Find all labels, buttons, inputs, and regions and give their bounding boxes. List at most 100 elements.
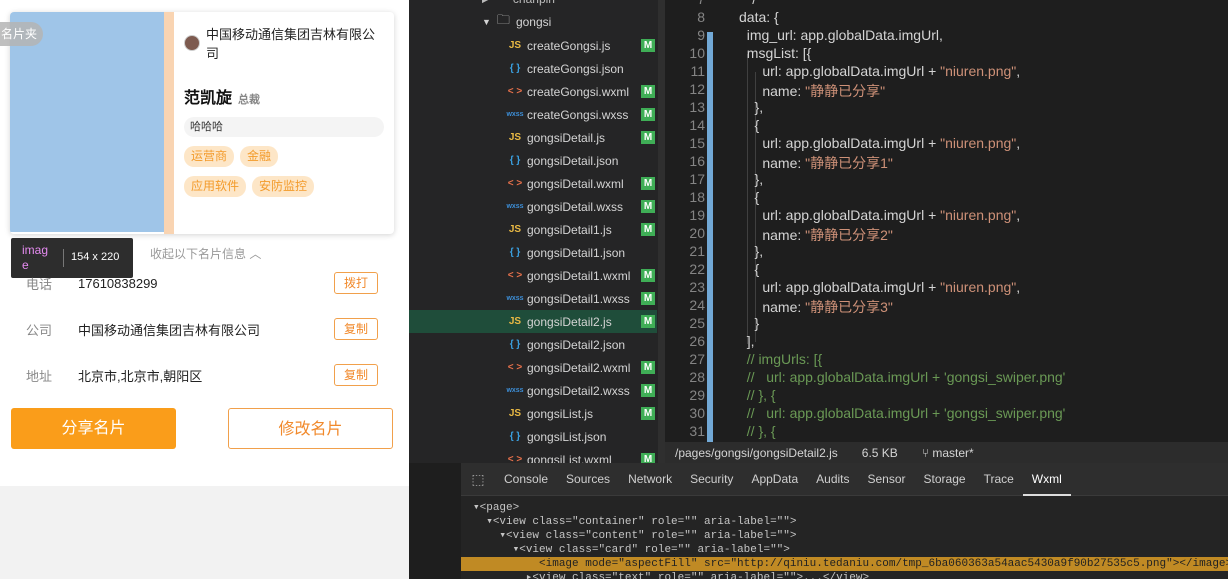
- tree-item-file[interactable]: wxss createGongsi.wxss M: [409, 103, 657, 126]
- code-text: name:: [739, 227, 806, 243]
- code-line: url: app.globalData.imgUrl + "niuren.png…: [739, 207, 1020, 223]
- collapse-toggle[interactable]: 收起以下名片信息 ︿: [150, 245, 261, 262]
- tree-item-file[interactable]: < > gongsiDetail2.wxml M: [409, 356, 657, 379]
- tree-item-file[interactable]: wxss gongsiDetail1.wxss M: [409, 287, 657, 310]
- tree-item-file[interactable]: wxss gongsiDetail2.wxss M: [409, 379, 657, 402]
- tab-trace[interactable]: Trace: [975, 463, 1023, 496]
- wxml-node[interactable]: <image mode="aspectFill" src="http://qin…: [461, 557, 1228, 571]
- simulator-panel: 中国移动通信集团吉林有限公司 范凯旋 总裁 哈哈哈 运营商 金融 应用软件 安防…: [0, 0, 409, 579]
- string-literal: "niuren.png": [940, 279, 1017, 295]
- tree-item-file[interactable]: < > createGongsi.wxml M: [409, 80, 657, 103]
- wxml-node[interactable]: ▸<view class="text" role="" aria-label="…: [461, 571, 1228, 579]
- code-text: name:: [739, 155, 806, 171]
- tree-item-file[interactable]: { } gongsiDetail.json: [409, 149, 657, 172]
- tree-item-file[interactable]: { } createGongsi.json: [409, 57, 657, 80]
- js-file-icon: JS: [508, 40, 522, 51]
- share-card-button[interactable]: 分享名片: [11, 408, 176, 449]
- file-name: createGongsi.wxml: [527, 84, 630, 99]
- line-number: 19: [689, 207, 705, 223]
- call-button[interactable]: 拨打: [334, 272, 378, 294]
- tree-item-file[interactable]: < > gongsiDetail.wxml M: [409, 172, 657, 195]
- tab-network[interactable]: Network: [619, 463, 681, 496]
- string-literal: "niuren.png": [940, 135, 1017, 151]
- tree-item-file[interactable]: { } gongsiList.json: [409, 425, 657, 448]
- file-name: gongsiDetail.json: [527, 153, 619, 168]
- info-label: 地址: [26, 368, 53, 384]
- code-editor[interactable]: 7 */ 8 data: {9 img_url: app.globalData.im…: [665, 0, 1228, 442]
- json-file-icon: { }: [509, 247, 521, 258]
- card-name-line: 范凯旋 总裁: [184, 84, 384, 108]
- tree-item-file[interactable]: JS gongsiList.js M: [409, 402, 657, 425]
- info-row-address: 地址 北京市,北京市,朝阳区 复制: [26, 363, 378, 387]
- code-comment: // }, {: [739, 423, 776, 439]
- inspect-cursor-icon[interactable]: ⬚: [461, 463, 495, 496]
- modified-badge: M: [641, 108, 655, 121]
- card-folder-badge[interactable]: 名片夹: [0, 22, 44, 46]
- tab-sources[interactable]: Sources: [557, 463, 619, 496]
- wxml-node[interactable]: ▾<view class="card" role="" aria-label="…: [461, 543, 1228, 557]
- string-literal: "niuren.png": [940, 63, 1017, 79]
- tree-item-file[interactable]: JS createGongsi.js M: [409, 34, 657, 57]
- info-row-company: 公司 中国移动通信集团吉林有限公司 复制: [26, 317, 378, 341]
- code-text: {: [739, 117, 760, 133]
- wxml-node[interactable]: ▾<page>: [461, 501, 1228, 515]
- tab-appdata[interactable]: AppData: [742, 463, 807, 496]
- line-number: 10: [689, 45, 705, 61]
- tab-storage[interactable]: Storage: [915, 463, 975, 496]
- code-text: */: [739, 0, 756, 7]
- modified-badge: M: [641, 200, 655, 213]
- git-branch[interactable]: ⑂ master*: [922, 446, 974, 460]
- modified-badge: M: [641, 223, 655, 236]
- tab-console[interactable]: Console: [495, 463, 557, 496]
- code-text: {: [739, 261, 760, 277]
- card-company: 中国移动通信集团吉林有限公司: [206, 27, 376, 61]
- file-tree: ▶ chanpin ▼ 🗀 gongsi JS createGongsi.js M {…: [409, 0, 665, 463]
- edit-card-button[interactable]: 修改名片: [228, 408, 393, 449]
- tab-wxml[interactable]: Wxml: [1022, 463, 1071, 496]
- tree-item-file[interactable]: < > gongsiList.wxml M: [409, 448, 657, 463]
- wxml-node[interactable]: ▾<view class="content" role="" aria-labe…: [461, 529, 1228, 543]
- line-number: 25: [689, 315, 705, 331]
- card-role: 总裁: [238, 94, 261, 106]
- json-file-icon: { }: [509, 63, 521, 74]
- line-number: 13: [689, 99, 705, 115]
- copy-address-button[interactable]: 复制: [334, 364, 378, 386]
- code-line: // url: app.globalData.imgUrl + 'gongsi_…: [739, 405, 1066, 421]
- code-line: },: [739, 171, 764, 187]
- tree-item-file[interactable]: JS gongsiDetail.js M: [409, 126, 657, 149]
- tree-item-file[interactable]: { } gongsiDetail2.json: [409, 333, 657, 356]
- wxss-file-icon: wxss: [506, 111, 524, 118]
- file-name: gongsiDetail2.wxss: [527, 383, 630, 398]
- tree-item-file[interactable]: < > gongsiDetail1.wxml M: [409, 264, 657, 287]
- code-line: }: [739, 315, 760, 331]
- tab-sensor[interactable]: Sensor: [859, 463, 915, 496]
- wxml-node[interactable]: ▾<view class="container" role="" aria-la…: [461, 515, 1228, 529]
- code-line: name: "静静已分享2": [739, 225, 893, 245]
- line-number: 23: [689, 279, 705, 295]
- code-text: }: [739, 315, 760, 331]
- code-text: },: [739, 243, 764, 259]
- file-name: gongsiDetail1.wxss: [527, 291, 630, 306]
- tree-item-chanpin[interactable]: ▶ chanpin: [482, 0, 555, 6]
- code-text: data: {: [739, 9, 779, 25]
- copy-company-button[interactable]: 复制: [334, 318, 378, 340]
- tree-scrollbar[interactable]: [658, 0, 665, 463]
- code-line: name: "静静已分享1": [739, 153, 893, 173]
- tree-item-file[interactable]: wxss gongsiDetail.wxss M: [409, 195, 657, 218]
- chevron-up-icon: ︿: [249, 247, 262, 261]
- devtools-tabs: ⬚ Console Sources Network Security AppData Au…: [461, 463, 1228, 496]
- info-value: 中国移动通信集团吉林有限公司: [78, 322, 261, 338]
- code-line: },: [739, 243, 764, 259]
- code-text: ,: [1016, 135, 1021, 151]
- tree-item-file[interactable]: JS gongsiDetail1.js M: [409, 218, 657, 241]
- tree-folder-gongsi[interactable]: ▼ 🗀 gongsi: [482, 11, 551, 33]
- line-number: 18: [689, 189, 705, 205]
- modified-badge: M: [641, 361, 655, 374]
- modified-gutter-marker: [707, 32, 713, 442]
- collapse-label: 收起以下名片信息: [150, 247, 247, 261]
- tab-security[interactable]: Security: [681, 463, 742, 496]
- tab-audits[interactable]: Audits: [807, 463, 858, 496]
- info-value: 北京市,北京市,朝阳区: [78, 368, 203, 384]
- tree-item-file[interactable]: { } gongsiDetail1.json: [409, 241, 657, 264]
- tree-item-file[interactable]: JS gongsiDetail2.js M: [409, 310, 657, 333]
